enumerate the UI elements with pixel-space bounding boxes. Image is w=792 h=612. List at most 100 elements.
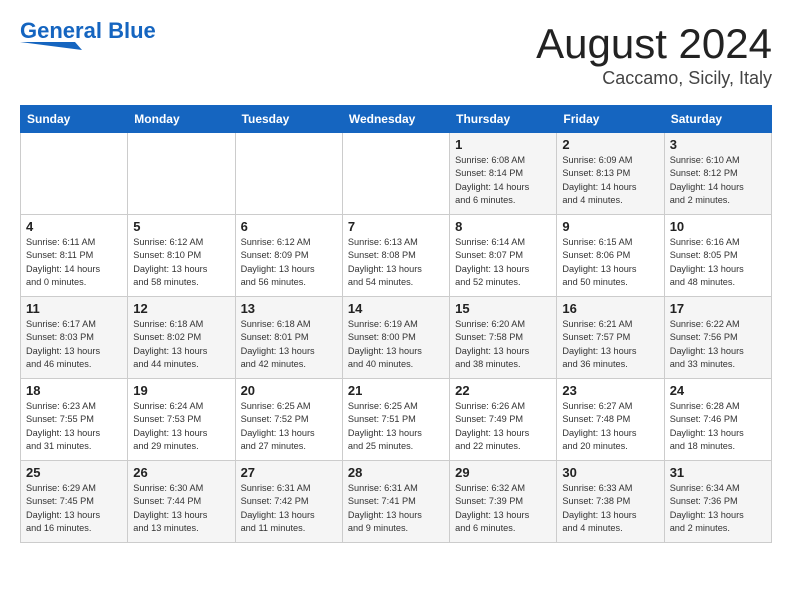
header-row: SundayMondayTuesdayWednesdayThursdayFrid… — [21, 106, 772, 133]
day-info: Sunrise: 6:21 AM Sunset: 7:57 PM Dayligh… — [562, 318, 658, 371]
day-info: Sunrise: 6:27 AM Sunset: 7:48 PM Dayligh… — [562, 400, 658, 453]
day-number: 6 — [241, 219, 337, 234]
day-number: 30 — [562, 465, 658, 480]
day-number: 14 — [348, 301, 444, 316]
day-number: 26 — [133, 465, 229, 480]
calendar-week-row: 4 Sunrise: 6:11 AM Sunset: 8:11 PM Daylig… — [21, 215, 772, 297]
logo-decoration — [20, 42, 82, 52]
location: Caccamo, Sicily, Italy — [536, 68, 772, 89]
logo: General Blue — [20, 20, 156, 52]
calendar-cell: 25 Sunrise: 6:29 AM Sunset: 7:45 PM Dayli… — [21, 461, 128, 543]
day-number: 20 — [241, 383, 337, 398]
day-number: 27 — [241, 465, 337, 480]
calendar-cell: 6 Sunrise: 6:12 AM Sunset: 8:09 PM Daylig… — [235, 215, 342, 297]
calendar-cell: 13 Sunrise: 6:18 AM Sunset: 8:01 PM Dayli… — [235, 297, 342, 379]
day-info: Sunrise: 6:25 AM Sunset: 7:51 PM Dayligh… — [348, 400, 444, 453]
calendar-cell: 5Sunrise: 6:12 AM Sunset: 8:10 PM Daylig… — [128, 215, 235, 297]
day-number: 8 — [455, 219, 551, 234]
day-number: 2 — [562, 137, 658, 152]
page-header: General Blue August 2024 Caccamo, Sicily… — [20, 20, 772, 89]
calendar-cell — [21, 133, 128, 215]
weekday-header: Saturday — [664, 106, 771, 133]
day-number: 16 — [562, 301, 658, 316]
day-info: Sunrise: 6:30 AM Sunset: 7:44 PM Dayligh… — [133, 482, 229, 535]
calendar-cell — [128, 133, 235, 215]
calendar-cell: 26 Sunrise: 6:30 AM Sunset: 7:44 PM Dayli… — [128, 461, 235, 543]
calendar-cell: 31Sunrise: 6:34 AM Sunset: 7:36 PM Dayli… — [664, 461, 771, 543]
day-info: Sunrise: 6:10 AM Sunset: 8:12 PM Dayligh… — [670, 154, 766, 207]
day-info: Sunrise: 6:18 AM Sunset: 8:02 PM Dayligh… — [133, 318, 229, 371]
logo-general: General — [20, 18, 102, 43]
calendar-cell: 27 Sunrise: 6:31 AM Sunset: 7:42 PM Dayli… — [235, 461, 342, 543]
calendar-week-row: 1 Sunrise: 6:08 AM Sunset: 8:14 PM Daylig… — [21, 133, 772, 215]
calendar-cell: 16 Sunrise: 6:21 AM Sunset: 7:57 PM Dayli… — [557, 297, 664, 379]
calendar-cell: 20 Sunrise: 6:25 AM Sunset: 7:52 PM Dayli… — [235, 379, 342, 461]
day-number: 9 — [562, 219, 658, 234]
calendar-cell: 19 Sunrise: 6:24 AM Sunset: 7:53 PM Dayli… — [128, 379, 235, 461]
calendar-cell: 24 Sunrise: 6:28 AM Sunset: 7:46 PM Dayli… — [664, 379, 771, 461]
calendar-week-row: 25 Sunrise: 6:29 AM Sunset: 7:45 PM Dayli… — [21, 461, 772, 543]
weekday-header: Tuesday — [235, 106, 342, 133]
day-number: 19 — [133, 383, 229, 398]
day-info: Sunrise: 6:31 AM Sunset: 7:42 PM Dayligh… — [241, 482, 337, 535]
calendar-cell: 7 Sunrise: 6:13 AM Sunset: 8:08 PM Daylig… — [342, 215, 449, 297]
day-number: 22 — [455, 383, 551, 398]
day-info: Sunrise: 6:28 AM Sunset: 7:46 PM Dayligh… — [670, 400, 766, 453]
calendar-cell — [342, 133, 449, 215]
day-number: 12 — [133, 301, 229, 316]
calendar-cell: 4 Sunrise: 6:11 AM Sunset: 8:11 PM Daylig… — [21, 215, 128, 297]
calendar-week-row: 11Sunrise: 6:17 AM Sunset: 8:03 PM Dayli… — [21, 297, 772, 379]
day-info: Sunrise: 6:29 AM Sunset: 7:45 PM Dayligh… — [26, 482, 122, 535]
day-number: 17 — [670, 301, 766, 316]
calendar-cell: 10Sunrise: 6:16 AM Sunset: 8:05 PM Dayli… — [664, 215, 771, 297]
day-info: Sunrise: 6:33 AM Sunset: 7:38 PM Dayligh… — [562, 482, 658, 535]
calendar-cell: 9 Sunrise: 6:15 AM Sunset: 8:06 PM Daylig… — [557, 215, 664, 297]
day-number: 15 — [455, 301, 551, 316]
calendar-cell: 3 Sunrise: 6:10 AM Sunset: 8:12 PM Daylig… — [664, 133, 771, 215]
logo-blue: Blue — [108, 18, 156, 43]
day-info: Sunrise: 6:15 AM Sunset: 8:06 PM Dayligh… — [562, 236, 658, 289]
day-number: 25 — [26, 465, 122, 480]
weekday-header: Thursday — [450, 106, 557, 133]
day-info: Sunrise: 6:12 AM Sunset: 8:09 PM Dayligh… — [241, 236, 337, 289]
day-number: 18 — [26, 383, 122, 398]
calendar-cell: 15 Sunrise: 6:20 AM Sunset: 7:58 PM Dayli… — [450, 297, 557, 379]
calendar-body: 1 Sunrise: 6:08 AM Sunset: 8:14 PM Daylig… — [21, 133, 772, 543]
day-info: Sunrise: 6:25 AM Sunset: 7:52 PM Dayligh… — [241, 400, 337, 453]
calendar-cell: 18Sunrise: 6:23 AM Sunset: 7:55 PM Dayli… — [21, 379, 128, 461]
day-info: Sunrise: 6:31 AM Sunset: 7:41 PM Dayligh… — [348, 482, 444, 535]
day-info: Sunrise: 6:13 AM Sunset: 8:08 PM Dayligh… — [348, 236, 444, 289]
day-info: Sunrise: 6:08 AM Sunset: 8:14 PM Dayligh… — [455, 154, 551, 207]
day-number: 7 — [348, 219, 444, 234]
day-number: 5 — [133, 219, 229, 234]
day-info: Sunrise: 6:19 AM Sunset: 8:00 PM Dayligh… — [348, 318, 444, 371]
weekday-header: Wednesday — [342, 106, 449, 133]
calendar-cell: 30 Sunrise: 6:33 AM Sunset: 7:38 PM Dayli… — [557, 461, 664, 543]
day-info: Sunrise: 6:17 AM Sunset: 8:03 PM Dayligh… — [26, 318, 122, 371]
weekday-header: Monday — [128, 106, 235, 133]
weekday-header: Friday — [557, 106, 664, 133]
day-info: Sunrise: 6:18 AM Sunset: 8:01 PM Dayligh… — [241, 318, 337, 371]
day-number: 13 — [241, 301, 337, 316]
calendar-cell: 12 Sunrise: 6:18 AM Sunset: 8:02 PM Dayli… — [128, 297, 235, 379]
day-info: Sunrise: 6:32 AM Sunset: 7:39 PM Dayligh… — [455, 482, 551, 535]
title-block: August 2024 Caccamo, Sicily, Italy — [536, 20, 772, 89]
day-number: 24 — [670, 383, 766, 398]
day-info: Sunrise: 6:24 AM Sunset: 7:53 PM Dayligh… — [133, 400, 229, 453]
day-number: 21 — [348, 383, 444, 398]
day-info: Sunrise: 6:22 AM Sunset: 7:56 PM Dayligh… — [670, 318, 766, 371]
day-number: 28 — [348, 465, 444, 480]
day-info: Sunrise: 6:09 AM Sunset: 8:13 PM Dayligh… — [562, 154, 658, 207]
day-info: Sunrise: 6:26 AM Sunset: 7:49 PM Dayligh… — [455, 400, 551, 453]
day-number: 1 — [455, 137, 551, 152]
day-number: 4 — [26, 219, 122, 234]
calendar-cell: 21 Sunrise: 6:25 AM Sunset: 7:51 PM Dayli… — [342, 379, 449, 461]
calendar-cell: 17 Sunrise: 6:22 AM Sunset: 7:56 PM Dayli… — [664, 297, 771, 379]
day-info: Sunrise: 6:20 AM Sunset: 7:58 PM Dayligh… — [455, 318, 551, 371]
calendar-cell: 29Sunrise: 6:32 AM Sunset: 7:39 PM Dayli… — [450, 461, 557, 543]
day-info: Sunrise: 6:11 AM Sunset: 8:11 PM Dayligh… — [26, 236, 122, 289]
calendar-cell: 22 Sunrise: 6:26 AM Sunset: 7:49 PM Dayli… — [450, 379, 557, 461]
calendar-cell: 2 Sunrise: 6:09 AM Sunset: 8:13 PM Daylig… — [557, 133, 664, 215]
day-info: Sunrise: 6:16 AM Sunset: 8:05 PM Dayligh… — [670, 236, 766, 289]
day-number: 3 — [670, 137, 766, 152]
